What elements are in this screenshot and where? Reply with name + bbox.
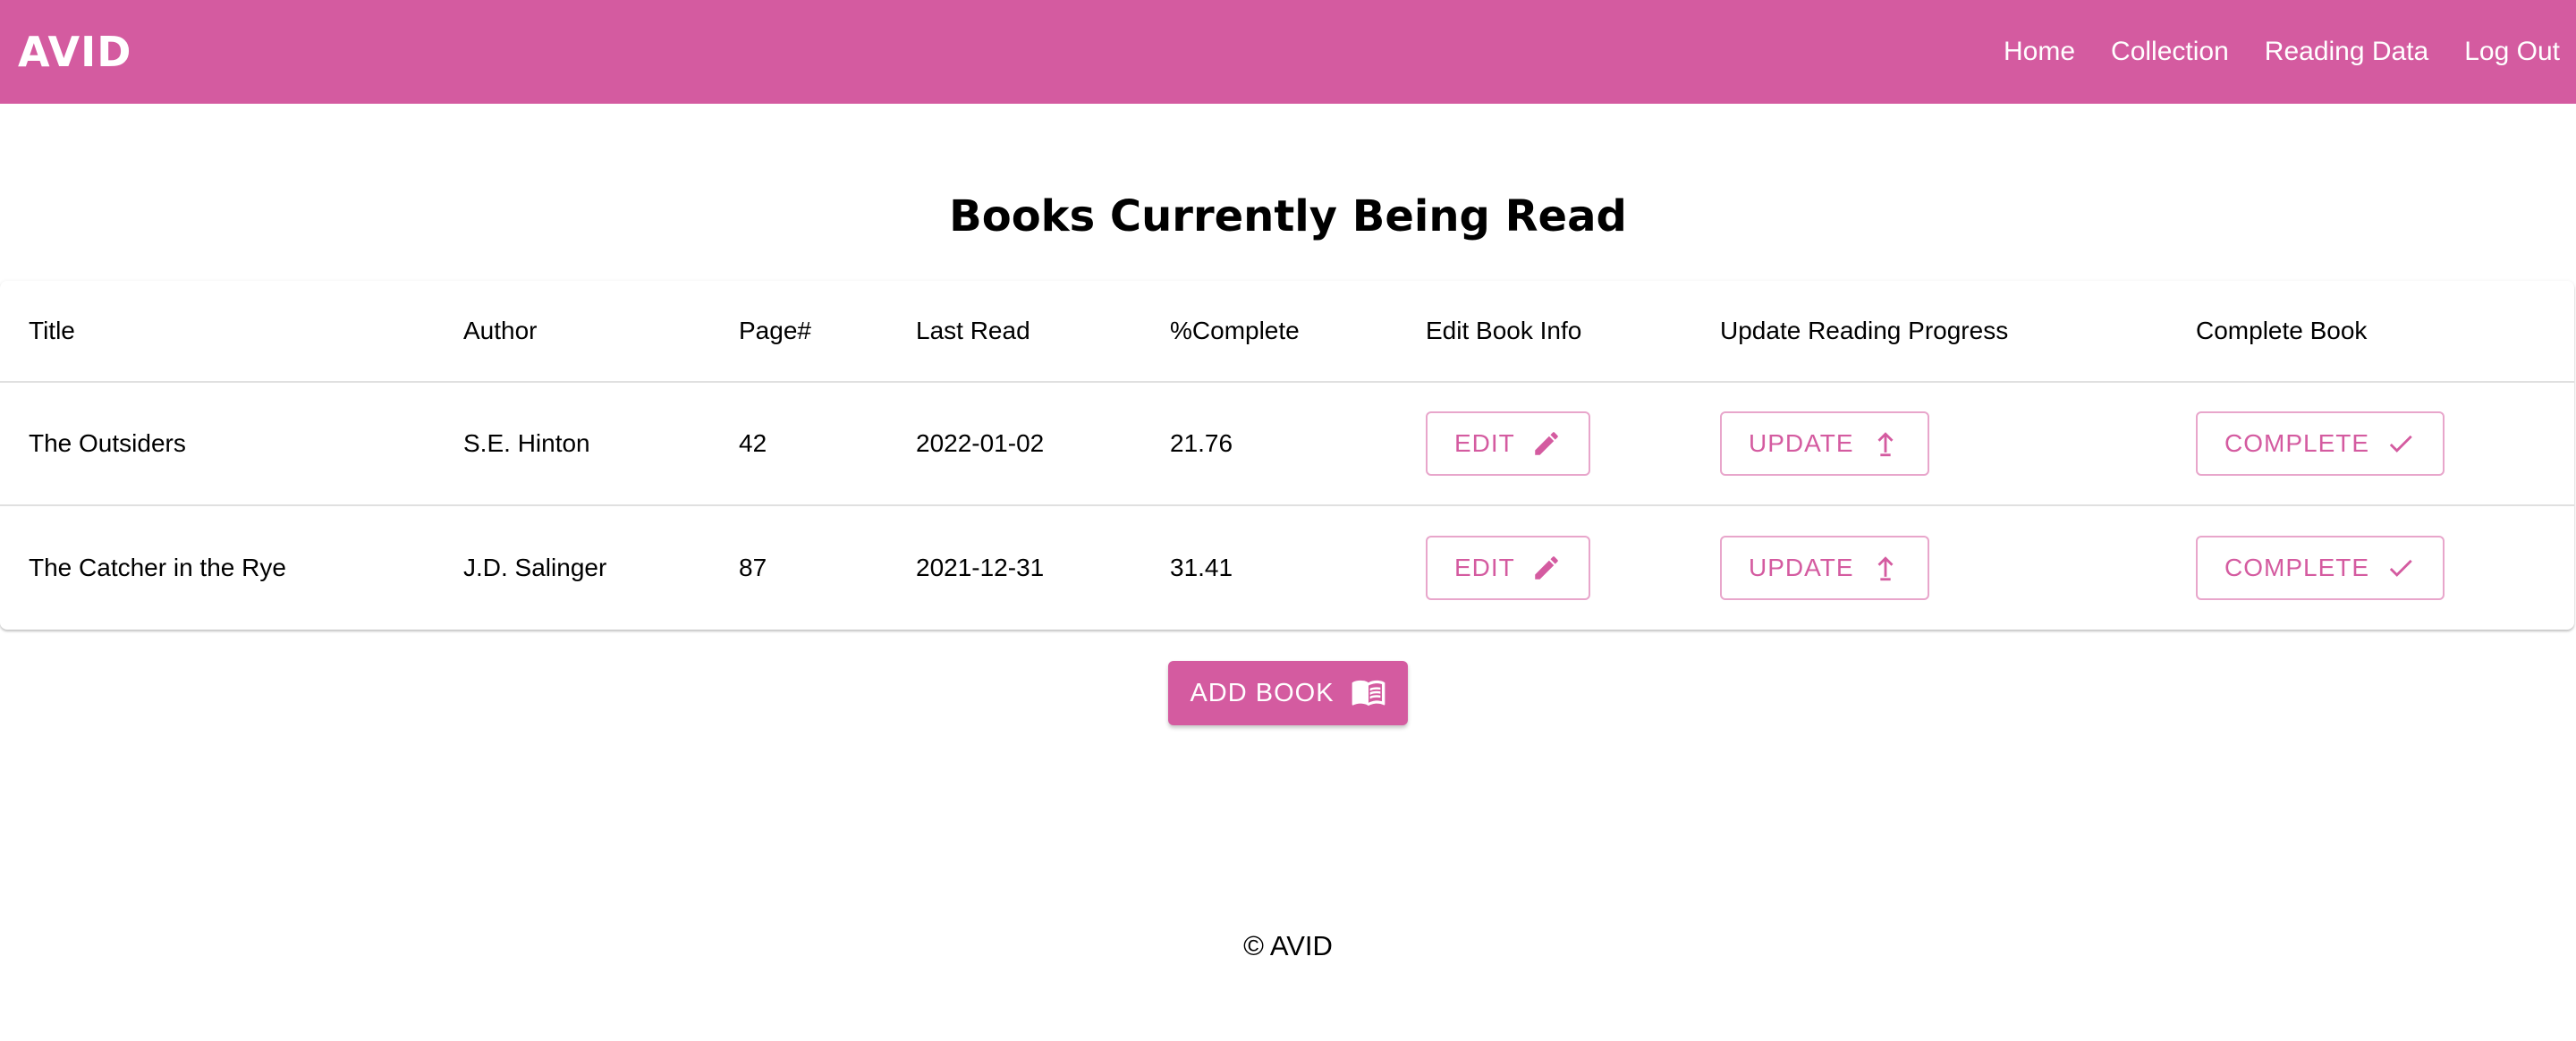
main-nav: Home Collection Reading Data Log Out	[1968, 0, 2576, 104]
nav-home-link[interactable]: Home	[2004, 37, 2075, 67]
books-table: Title Author Page# Last Read %Complete E…	[0, 281, 2574, 629]
edit-button-label: EDIT	[1454, 429, 1515, 457]
cell-last-read: 2021-12-31	[916, 553, 1045, 581]
app-bar: AVID Home Collection Reading Data Log Ou…	[0, 0, 2576, 104]
cell-percent-complete: 21.76	[1141, 382, 1397, 506]
edit-button[interactable]: EDIT	[1426, 411, 1590, 476]
header-complete-book: Complete Book	[2167, 281, 2574, 383]
header-title: Title	[0, 281, 435, 383]
update-button[interactable]: UPDATE	[1720, 535, 1929, 600]
update-button-label: UPDATE	[1749, 553, 1854, 581]
nav-reading-data-link[interactable]: Reading Data	[2265, 37, 2428, 67]
complete-button-label: COMPLETE	[2224, 553, 2370, 581]
cell-page: 42	[710, 382, 887, 506]
page-title: Books Currently Being Read	[949, 191, 1627, 241]
complete-button[interactable]: COMPLETE	[2196, 411, 2445, 476]
books-table-card: Title Author Page# Last Read %Complete E…	[0, 281, 2574, 630]
header-author: Author	[435, 281, 710, 383]
cell-last-read: 2022-01-02	[887, 382, 1141, 506]
add-book-label: ADD BOOK	[1190, 678, 1335, 707]
cell-author: J.D. Salinger	[463, 553, 607, 581]
cell-update: UPDATE	[1691, 382, 2167, 506]
cell-complete: COMPLETE	[2167, 505, 2574, 629]
header-last-read: Last Read	[887, 281, 1141, 383]
checkmark-icon	[2385, 428, 2416, 459]
cell-edit: EDIT	[1397, 382, 1691, 506]
nav-collection-link[interactable]: Collection	[2111, 37, 2229, 67]
cell-author: S.E. Hinton	[435, 382, 710, 506]
arrow-up-icon	[1870, 428, 1901, 459]
edit-button-label: EDIT	[1454, 553, 1515, 581]
cell-percent-complete: 31.41	[1170, 553, 1233, 581]
edit-button[interactable]: EDIT	[1426, 535, 1590, 600]
brand-logo[interactable]: AVID	[18, 28, 131, 76]
header-percent-complete: %Complete	[1141, 281, 1397, 383]
table-row: The Outsiders S.E. Hinton 42 2022-01-02 …	[0, 382, 2574, 506]
cell-complete: COMPLETE	[2167, 382, 2574, 506]
header-update-reading-progress: Update Reading Progress	[1691, 281, 2167, 383]
footer-copyright: © AVID	[1243, 930, 1333, 961]
book-icon	[1351, 678, 1386, 708]
table-header: Title Author Page# Last Read %Complete E…	[0, 281, 2574, 383]
complete-button-label: COMPLETE	[2224, 429, 2370, 457]
table-header-row: Title Author Page# Last Read %Complete E…	[0, 281, 2574, 383]
header-page: Page#	[710, 281, 887, 383]
update-button-label: UPDATE	[1749, 429, 1854, 457]
arrow-up-icon	[1870, 553, 1901, 583]
cell-update: UPDATE	[1691, 505, 2167, 629]
complete-button[interactable]: COMPLETE	[2196, 535, 2445, 600]
cell-title: The Outsiders	[0, 382, 435, 506]
cell-page: 87	[739, 553, 767, 581]
table-body: The Outsiders S.E. Hinton 42 2022-01-02 …	[0, 382, 2574, 629]
checkmark-icon	[2385, 553, 2416, 583]
pencil-icon	[1531, 553, 1562, 583]
cell-edit: EDIT	[1397, 505, 1691, 629]
pencil-icon	[1531, 428, 1562, 459]
table-row: The Catcher in the Rye J.D. Salinger 87 …	[0, 505, 2574, 629]
update-button[interactable]: UPDATE	[1720, 411, 1929, 476]
nav-log-out-link[interactable]: Log Out	[2464, 37, 2560, 67]
add-book-button[interactable]: ADD BOOK	[1168, 661, 1408, 725]
header-edit-book-info: Edit Book Info	[1397, 281, 1691, 383]
cell-title: The Catcher in the Rye	[29, 553, 286, 581]
